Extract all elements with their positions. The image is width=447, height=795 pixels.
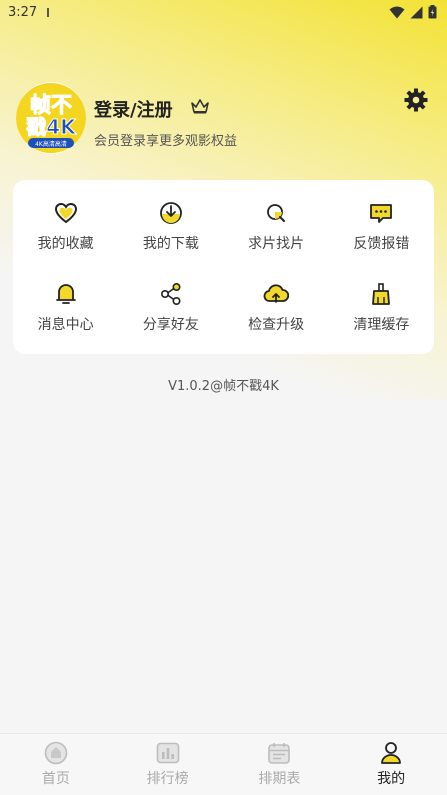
menu-feedback-label: 反馈报错 [353,236,410,252]
battery-icon [428,5,437,19]
menu-favorites-label: 我的收藏 [37,236,94,252]
broom-icon [372,283,391,305]
nav-schedule-label: 排期表 [258,771,301,787]
profile-header: 帧不 戳4K 4K高清高清 登录/注册 会员登录享更多观影权益 [16,82,431,156]
wifi-icon [389,6,405,18]
search-movie-icon [267,204,286,222]
share-icon [160,282,181,305]
cloud-upload-icon [263,284,290,303]
login-register-link[interactable]: 登录/注册 [94,96,173,122]
avatar-logo-text-top: 帧不 [30,93,72,117]
nav-home-label: 首页 [41,771,70,787]
nav-profile[interactable]: 我的 [335,734,447,795]
notification-indicator-icon [47,7,50,17]
nav-ranking[interactable]: 排行榜 [112,734,224,795]
menu-clear-cache[interactable]: 清理缓存 [329,267,434,348]
nav-schedule[interactable]: 排期表 [224,734,336,795]
nav-home[interactable]: 首页 [0,734,112,795]
heart-icon [54,202,77,224]
menu-request-movie[interactable]: 求片找片 [224,186,329,267]
feedback-icon [370,204,393,223]
menu-messages-label: 消息中心 [37,317,94,333]
menu-check-update[interactable]: 检查升级 [224,267,329,348]
menu-share-label: 分享好友 [142,317,199,333]
download-icon [159,202,182,224]
menu-check-update-label: 检查升级 [248,317,305,333]
function-grid: 我的收藏 我的下载 求片找片 反馈报错 消息中心 分享好友 检查升级 清理缓存 [13,180,434,354]
menu-favorites[interactable]: 我的收藏 [13,186,118,267]
calendar-icon [268,743,291,764]
chart-icon [156,742,179,764]
nav-ranking-label: 排行榜 [146,771,189,787]
menu-messages[interactable]: 消息中心 [13,267,118,348]
signal-icon [410,6,423,18]
menu-downloads-label: 我的下载 [142,236,199,252]
avatar[interactable]: 帧不 戳4K 4K高清高清 [16,82,86,154]
menu-request-movie-label: 求片找片 [248,236,305,252]
app-version: V1.0.2@帧不戳4K [168,379,279,394]
avatar-logo-text-bottom: 戳4K [26,115,77,139]
nav-profile-label: 我的 [377,771,406,787]
gear-icon[interactable] [403,87,429,113]
profile-icon [381,742,402,764]
avatar-logo-tag: 4K高清高清 [35,140,67,148]
status-bar: 3:27 [0,0,447,24]
menu-feedback[interactable]: 反馈报错 [329,186,434,267]
crown-icon [191,99,209,114]
login-subtitle: 会员登录享更多观影权益 [94,134,238,149]
status-time: 3:27 [8,4,38,20]
bell-icon [55,284,76,304]
bottom-nav: 首页 排行榜 排期表 我的 [0,733,447,795]
menu-clear-cache-label: 清理缓存 [353,317,410,333]
menu-downloads[interactable]: 我的下载 [118,186,223,267]
home-icon [44,741,68,765]
menu-share[interactable]: 分享好友 [118,267,223,348]
